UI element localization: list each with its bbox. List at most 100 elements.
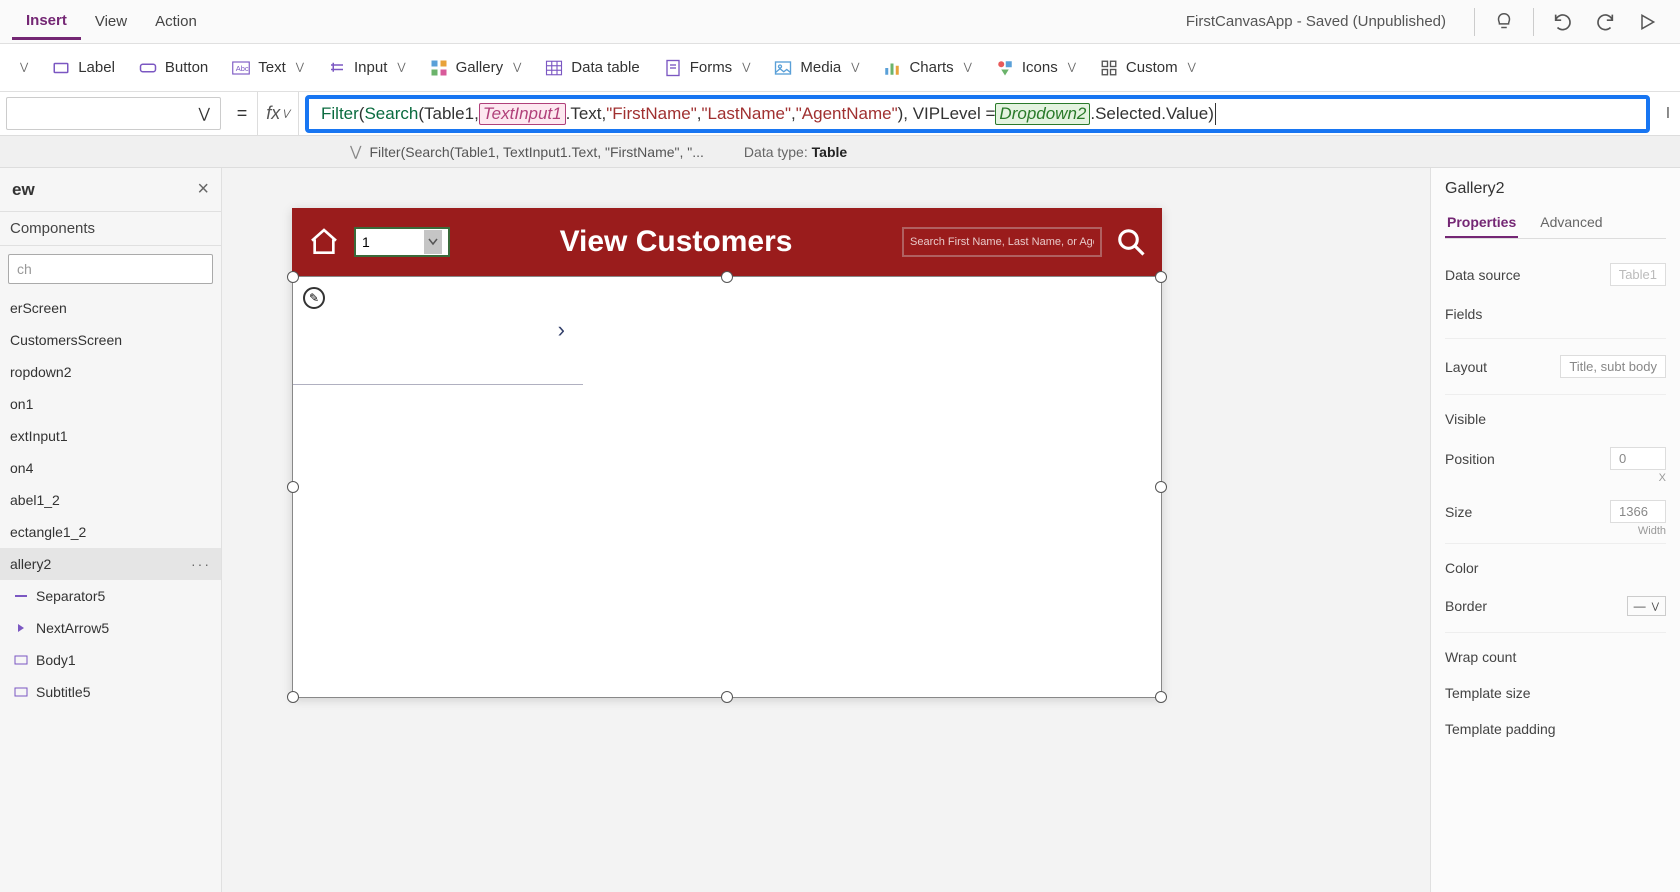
ribbon-label-text: Label <box>78 59 115 76</box>
tree-node-control[interactable]: on1 <box>0 388 221 420</box>
home-icon[interactable] <box>308 226 340 258</box>
resize-handle[interactable] <box>1155 691 1167 703</box>
ribbon-new[interactable]: ⋁ <box>6 56 40 79</box>
menu-insert[interactable]: Insert <box>12 4 81 40</box>
app-checker-icon[interactable] <box>1487 5 1521 39</box>
tree-node-subtitle[interactable]: Subtitle5 <box>0 676 221 708</box>
prop-size-value[interactable]: 1366 <box>1610 500 1666 523</box>
ribbon-text[interactable]: Abc Text⋁ <box>220 53 316 83</box>
ribbon-charts[interactable]: Charts⋁ <box>871 53 983 83</box>
tree-node-textinput[interactable]: extInput1 <box>0 420 221 452</box>
preview-dropdown[interactable]: 1 <box>354 227 450 257</box>
tab-advanced[interactable]: Advanced <box>1538 208 1604 238</box>
icons-icon <box>996 59 1014 77</box>
prop-position-value[interactable]: 0 <box>1610 447 1666 470</box>
ribbon-input-text: Input <box>354 59 387 76</box>
resize-handle[interactable] <box>287 691 299 703</box>
tree-node-screen[interactable]: CustomersScreen <box>0 324 221 356</box>
preview-search-input[interactable] <box>902 227 1102 257</box>
tree-node-screen[interactable]: erScreen <box>0 292 221 324</box>
tree-node-control[interactable]: on4 <box>0 452 221 484</box>
tab-properties[interactable]: Properties <box>1445 208 1518 238</box>
tree-node-body[interactable]: Body1 <box>0 644 221 676</box>
tree-node-dropdown[interactable]: ropdown2 <box>0 356 221 388</box>
fx-button[interactable]: fx⋁ <box>257 92 299 135</box>
ribbon-text-text: Text <box>258 59 286 76</box>
tree-node-separator[interactable]: Separator5 <box>0 580 221 612</box>
ribbon-custom[interactable]: Custom⋁ <box>1088 53 1208 83</box>
app-title: FirstCanvasApp - Saved (Unpublished) <box>1186 13 1446 30</box>
divider <box>1533 8 1534 36</box>
more-icon[interactable]: ··· <box>191 556 211 572</box>
formula-input[interactable]: Filter(Search(Table1, TextInput1.Text, "… <box>305 95 1650 133</box>
app-preview: 1 View Customers ✎ › <box>292 208 1162 698</box>
resize-handle[interactable] <box>721 271 733 283</box>
ribbon-media[interactable]: Media⋁ <box>762 53 871 83</box>
close-icon[interactable]: × <box>197 178 209 201</box>
ribbon-button[interactable]: Button <box>127 53 220 83</box>
prop-border-value[interactable]: — ⋁ <box>1627 596 1666 616</box>
separator-icon <box>14 589 28 603</box>
next-arrow-icon[interactable]: › <box>558 317 565 343</box>
arrow-icon <box>14 621 28 635</box>
search-input[interactable]: ch <box>8 254 213 284</box>
ribbon-datatable-text: Data table <box>571 59 639 76</box>
prop-datasource-value[interactable]: Table1 <box>1610 263 1666 286</box>
forms-icon <box>664 59 682 77</box>
menu-action[interactable]: Action <box>141 5 211 38</box>
tab-components[interactable]: Components <box>0 212 221 246</box>
menu-view[interactable]: View <box>81 5 141 38</box>
undo-icon[interactable] <box>1546 5 1580 39</box>
prop-border-label: Border <box>1445 598 1487 614</box>
prop-wrap-label: Wrap count <box>1445 649 1516 665</box>
redo-icon[interactable] <box>1588 5 1622 39</box>
ribbon-button-text: Button <box>165 59 208 76</box>
property-selector[interactable]: ⋁ <box>6 97 221 130</box>
label-icon <box>52 59 70 77</box>
charts-icon <box>883 59 901 77</box>
ribbon-datatable[interactable]: Data table <box>533 53 651 83</box>
selection-name: Gallery2 <box>1445 180 1666 198</box>
ribbon-custom-text: Custom <box>1126 59 1178 76</box>
ribbon-media-text: Media <box>800 59 841 76</box>
play-icon[interactable] <box>1630 5 1664 39</box>
input-icon <box>328 59 346 77</box>
text-icon: Abc <box>232 59 250 77</box>
gallery-selection[interactable]: ✎ › <box>292 276 1162 698</box>
equals-sign: = <box>227 92 257 135</box>
label-icon <box>14 653 28 667</box>
properties-panel: Gallery2 Properties Advanced Data source… <box>1430 168 1680 892</box>
tree-node-gallery[interactable]: allery2··· <box>0 548 221 580</box>
datatable-icon <box>545 59 563 77</box>
resize-handle[interactable] <box>287 481 299 493</box>
tree-node-label[interactable]: abel1_2 <box>0 484 221 516</box>
canvas-area[interactable]: 1 View Customers ✎ › <box>222 168 1430 892</box>
prop-fields-label: Fields <box>1445 306 1482 322</box>
ribbon-input[interactable]: Input⋁ <box>316 53 418 83</box>
resize-handle[interactable] <box>1155 271 1167 283</box>
prop-datasource-label: Data source <box>1445 267 1520 283</box>
resize-handle[interactable] <box>1155 481 1167 493</box>
tree-node-rectangle[interactable]: ectangle1_2 <box>0 516 221 548</box>
prop-tplsize-label: Template size <box>1445 685 1531 701</box>
insert-ribbon: ⋁ Label Button Abc Text⋁ Input⋁ Gallery⋁… <box>0 44 1680 92</box>
chevron-down-icon <box>424 230 442 254</box>
ribbon-label[interactable]: Label <box>40 53 127 83</box>
prop-visible-label: Visible <box>1445 411 1486 427</box>
prop-layout-value[interactable]: Title, subt body <box>1560 355 1666 378</box>
media-icon <box>774 59 792 77</box>
prop-layout-label: Layout <box>1445 359 1487 375</box>
prop-tplpad-label: Template padding <box>1445 721 1556 737</box>
tree-node-nextarrow[interactable]: NextArrow5 <box>0 612 221 644</box>
chevron-down-icon[interactable]: ⋁ <box>350 143 361 160</box>
gallery-template-item[interactable]: › <box>293 277 583 385</box>
preview-title: View Customers <box>464 225 888 259</box>
ribbon-gallery[interactable]: Gallery⋁ <box>418 53 534 83</box>
ribbon-icons[interactable]: Icons⋁ <box>984 53 1088 83</box>
resize-handle[interactable] <box>721 691 733 703</box>
button-icon <box>139 59 157 77</box>
formula-summary: Filter(Search(Table1, TextInput1.Text, "… <box>369 144 703 160</box>
divider <box>1474 8 1475 36</box>
ribbon-forms[interactable]: Forms⋁ <box>652 53 763 83</box>
search-icon[interactable] <box>1116 227 1146 257</box>
